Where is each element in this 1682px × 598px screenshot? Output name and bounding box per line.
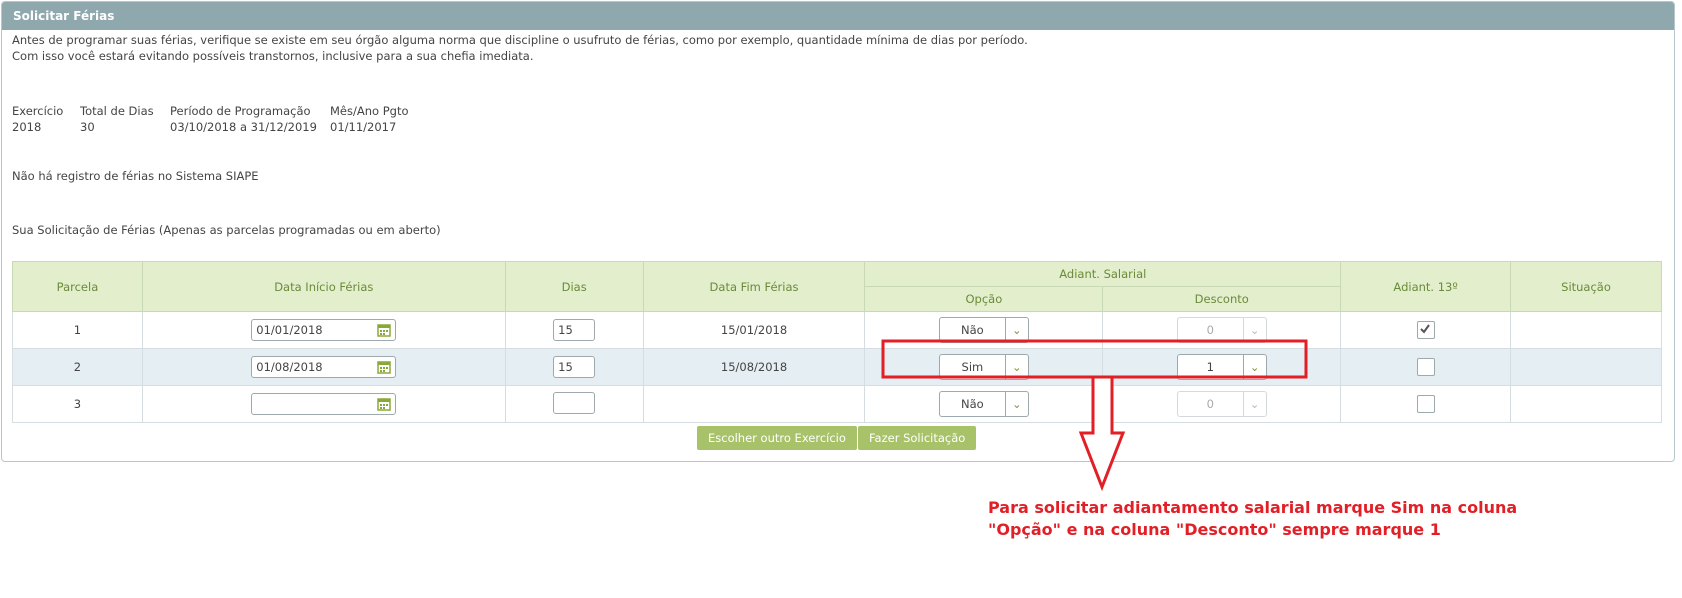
annotation-line-1: Para solicitar adiantamento salarial mar… — [988, 498, 1518, 517]
highlight-box — [881, 339, 1308, 379]
annotation-line-2: "Opção" e na coluna "Desconto" sempre ma… — [988, 520, 1441, 539]
annotation-note: Para solicitar adiantamento salarial mar… — [988, 497, 1517, 541]
arrow-down-icon — [1078, 375, 1126, 492]
